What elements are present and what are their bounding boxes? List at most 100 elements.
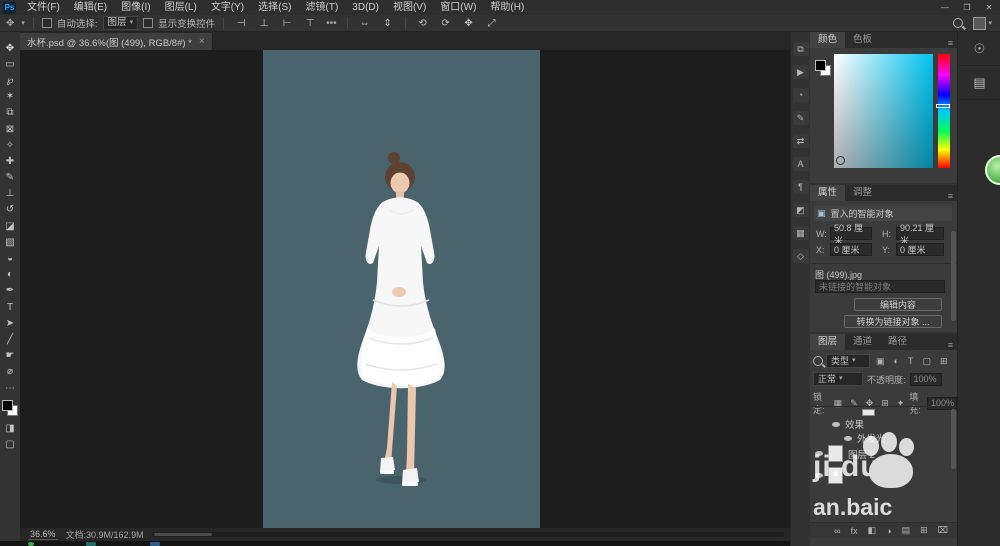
adjustment-layer-icon[interactable]: ◑ — [883, 526, 894, 536]
lasso-tool[interactable]: ℘ — [1, 72, 19, 88]
tab-properties[interactable]: 属性 — [810, 185, 845, 201]
tab-adjustments[interactable]: 调整 — [845, 185, 880, 201]
layer-thumbnail[interactable] — [828, 467, 843, 484]
foreground-background-swatches[interactable] — [2, 400, 18, 416]
eraser-tool[interactable]: ◪ — [1, 218, 19, 234]
info-panel-icon[interactable]: ◔ — [793, 88, 809, 102]
properties-scrollbar-thumb[interactable] — [951, 231, 956, 321]
panel-menu-icon[interactable]: ≡ — [948, 38, 957, 48]
new-layer-icon[interactable]: ⊞ — [917, 525, 931, 536]
workspace-switcher-icon[interactable] — [973, 17, 986, 30]
frame-tool[interactable]: ⊠ — [1, 121, 19, 137]
screen-mode-button[interactable]: ▢ — [1, 436, 19, 452]
tab-paths[interactable]: 路径 — [880, 334, 915, 350]
convert-to-linked-button[interactable]: 转换为链接对象 ... — [844, 315, 942, 328]
menu-type[interactable]: 文字(Y) — [204, 0, 251, 15]
filter-pixel-layers-icon[interactable]: ▣ — [873, 356, 888, 367]
actions-panel-icon[interactable]: ▶ — [793, 65, 809, 79]
visibility-eye-icon[interactable] — [832, 422, 840, 427]
foreground-color-swatch[interactable] — [815, 60, 826, 71]
path-selection-tool[interactable]: ➤ — [1, 315, 19, 331]
blend-mode-dropdown[interactable]: 正常 ▾ — [813, 372, 863, 386]
opacity-field[interactable]: 100% — [910, 373, 942, 386]
menu-select[interactable]: 选择(S) — [251, 0, 298, 15]
add-mask-icon[interactable]: ◧ — [865, 525, 880, 536]
3d-panel-icon[interactable]: ◇ — [793, 249, 809, 263]
filter-kind-dropdown[interactable]: 类型 ▾ — [826, 354, 870, 368]
color-picker-marker[interactable] — [836, 156, 845, 165]
blur-tool[interactable]: ◒ — [1, 250, 19, 266]
horizontal-scrollbar-thumb[interactable] — [154, 533, 212, 536]
menu-image[interactable]: 图像(I) — [114, 0, 157, 15]
height-field[interactable]: 90.21 厘米 — [896, 227, 944, 240]
delete-layer-icon[interactable]: ⌧ — [935, 525, 951, 536]
edit-toolbar-icon[interactable]: ⋯ — [1, 380, 19, 396]
align-top-icon[interactable]: ⊤ — [301, 15, 319, 31]
align-right-icon[interactable]: ⊢ — [278, 15, 296, 31]
3d-pan-icon[interactable]: ✥ — [460, 15, 478, 31]
learn-panel-icon[interactable]: ☉ — [958, 32, 1000, 66]
align-center-icon[interactable]: ⊥ — [255, 15, 273, 31]
hue-slider-marker[interactable] — [936, 104, 950, 108]
layer-row-1[interactable] — [815, 467, 843, 484]
more-align-options-icon[interactable]: ••• — [324, 18, 339, 29]
document-canvas[interactable] — [263, 50, 540, 528]
menu-window[interactable]: 窗口(W) — [433, 0, 483, 15]
crop-tool[interactable]: ⧉ — [1, 105, 19, 121]
3d-rotate-icon[interactable]: ⟲ — [414, 15, 432, 31]
clone-stamp-tool[interactable]: ⊥ — [1, 186, 19, 202]
layer-thumbnail[interactable] — [828, 445, 843, 462]
history-panel-icon[interactable]: ⧉ — [793, 42, 809, 56]
restore-button[interactable]: ❐ — [956, 0, 978, 15]
layer-row-2[interactable]: 图层 2 — [815, 445, 875, 462]
pen-tool[interactable]: ✒ — [1, 283, 19, 299]
new-group-icon[interactable]: ▤ — [899, 525, 914, 536]
foreground-color-swatch[interactable] — [2, 400, 13, 411]
distribute-vertical-icon[interactable]: ⇕ — [379, 15, 397, 31]
y-field[interactable]: 0 厘米 — [896, 243, 944, 256]
close-button[interactable]: ✕ — [978, 0, 1000, 15]
quick-mask-button[interactable]: ◨ — [1, 420, 19, 436]
patterns-panel-icon[interactable]: ▦ — [793, 226, 809, 240]
tool-preset-caret-icon[interactable]: ▾ — [21, 19, 25, 27]
horizontal-scrollbar[interactable] — [152, 532, 784, 537]
search-icon[interactable] — [953, 18, 963, 28]
type-tool[interactable]: T — [1, 299, 19, 315]
distribute-horizontal-icon[interactable]: ⇔ — [356, 15, 374, 31]
auto-select-target-dropdown[interactable]: 图层 ▾ — [103, 16, 139, 30]
adjustments-panel-icon[interactable]: ◩ — [793, 203, 809, 217]
eyedropper-tool[interactable]: ✧ — [1, 137, 19, 153]
tab-close-icon[interactable]: × — [199, 36, 205, 47]
document-tab[interactable]: 水杯.psd @ 36.6%(图 (499), RGB/8#) * × — [20, 33, 213, 50]
x-field[interactable]: 0 厘米 — [830, 243, 872, 256]
menu-view[interactable]: 视图(V) — [386, 0, 433, 15]
tab-color[interactable]: 颜色 — [810, 32, 845, 48]
tab-layers[interactable]: 图层 — [810, 334, 845, 350]
character-panel-icon[interactable]: A — [793, 157, 809, 171]
app-logo-icon[interactable]: Ps — [3, 2, 16, 14]
menu-filter[interactable]: 滤镜(T) — [299, 0, 346, 15]
canvas-area[interactable] — [20, 50, 790, 528]
quick-selection-tool[interactable]: ✶ — [1, 89, 19, 105]
spot-healing-tool[interactable]: ✚ — [1, 153, 19, 169]
zoom-level-field[interactable]: 36.6% — [28, 529, 58, 540]
menu-3d[interactable]: 3D(D) — [345, 0, 386, 15]
effects-row[interactable]: 效果 — [832, 417, 864, 431]
auto-select-checkbox[interactable] — [42, 18, 52, 28]
visibility-eye-icon[interactable] — [815, 451, 823, 456]
libraries-panel-icon[interactable]: ▤ — [958, 66, 1000, 100]
visibility-eye-icon[interactable] — [815, 473, 823, 478]
menu-edit[interactable]: 编辑(E) — [67, 0, 114, 15]
rectangular-marquee-tool[interactable]: ▭ — [1, 56, 19, 72]
width-field[interactable]: 50.8 厘米 — [830, 227, 872, 240]
brush-settings-panel-icon[interactable]: ✎ — [793, 111, 809, 125]
hue-slider[interactable] — [938, 54, 950, 168]
3d-roll-icon[interactable]: ⟳ — [437, 15, 455, 31]
edit-contents-button[interactable]: 编辑内容 — [854, 298, 942, 311]
3d-scale-icon[interactable]: ⤢ — [483, 15, 501, 31]
filter-type-layers-icon[interactable]: T — [905, 356, 917, 366]
hand-tool[interactable]: ☛ — [1, 348, 19, 364]
outer-glow-row[interactable]: 外发光 — [844, 431, 886, 445]
tab-swatches[interactable]: 色板 — [845, 32, 880, 48]
layer-style-fx-icon[interactable]: fx — [848, 526, 861, 536]
